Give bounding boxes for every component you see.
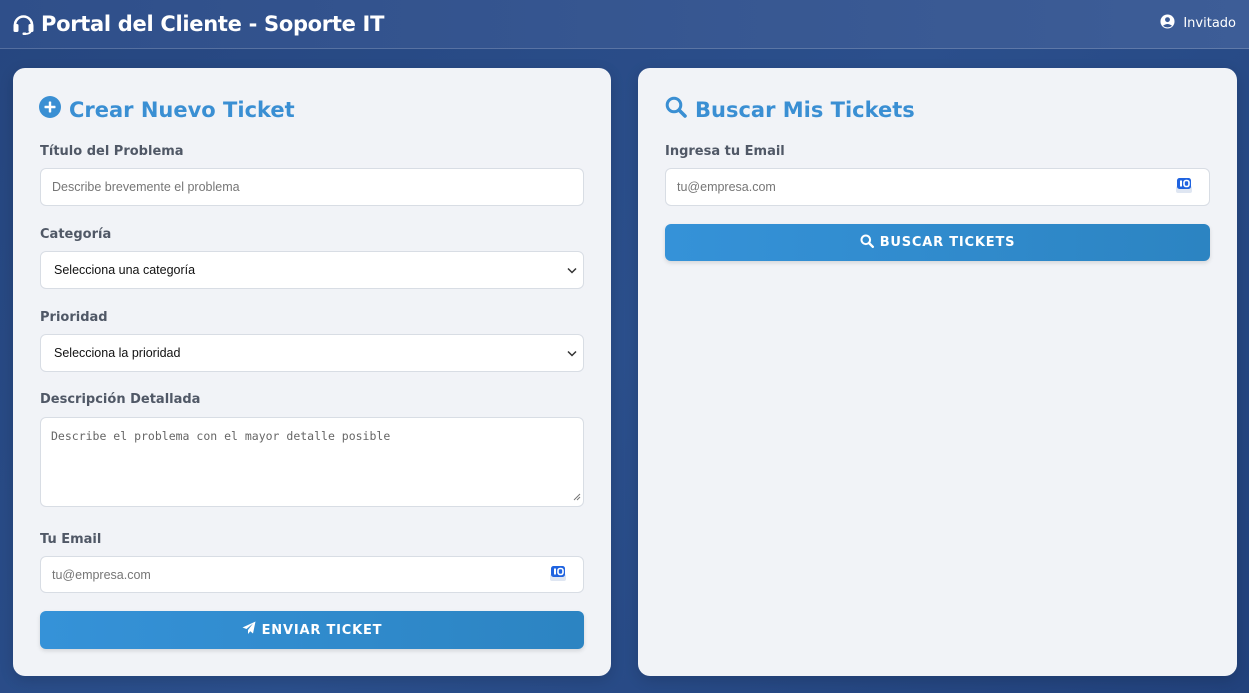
submit-ticket-button[interactable]: ENVIAR TICKET	[40, 611, 584, 649]
plus-circle-icon	[39, 96, 61, 123]
autofill-key-icon[interactable]	[1175, 177, 1193, 197]
search-tickets-heading: Buscar Mis Tickets	[665, 96, 915, 123]
problem-title-input[interactable]	[52, 180, 583, 194]
user-label: Invitado	[1183, 15, 1236, 31]
email-field[interactable]	[40, 556, 584, 593]
search-icon	[665, 96, 687, 123]
search-tickets-button[interactable]: BUSCAR TICKETS	[665, 224, 1210, 261]
email-input[interactable]	[52, 567, 583, 582]
user-menu[interactable]: Invitado	[1160, 12, 1236, 34]
priority-label: Prioridad	[40, 310, 108, 325]
create-ticket-card: Crear Nuevo Ticket Título del Problema C…	[13, 68, 611, 676]
chevron-down-icon	[567, 346, 577, 360]
description-placeholder: Describe el problema con el mayor detall…	[51, 429, 391, 443]
app-title: Portal del Cliente - Soporte IT	[41, 12, 385, 36]
create-ticket-heading: Crear Nuevo Ticket	[39, 96, 295, 123]
headset-icon	[12, 13, 35, 35]
chevron-down-icon	[567, 263, 577, 277]
description-label: Descripción Detallada	[40, 392, 201, 407]
search-icon	[860, 234, 874, 252]
email-label: Tu Email	[40, 532, 102, 547]
paper-plane-icon	[242, 621, 256, 639]
search-email-field[interactable]	[665, 168, 1210, 206]
search-tickets-button-label: BUSCAR TICKETS	[879, 235, 1016, 250]
description-textarea[interactable]: Describe el problema con el mayor detall…	[40, 417, 584, 507]
submit-ticket-label: ENVIAR TICKET	[261, 622, 383, 638]
search-tickets-title: Buscar Mis Tickets	[695, 97, 915, 122]
category-label: Categoría	[40, 227, 112, 242]
top-bar: Portal del Cliente - Soporte IT Invitado	[0, 0, 1249, 49]
category-selected-value: Selecciona una categoría	[54, 263, 196, 277]
category-select[interactable]: Selecciona una categoría	[40, 251, 584, 289]
search-email-label: Ingresa tu Email	[665, 144, 785, 159]
autofill-key-icon[interactable]	[549, 565, 567, 585]
priority-selected-value: Selecciona la prioridad	[54, 346, 181, 360]
priority-select[interactable]: Selecciona la prioridad	[40, 334, 584, 372]
brand: Portal del Cliente - Soporte IT	[12, 9, 384, 39]
search-tickets-card: Buscar Mis Tickets Ingresa tu Email BUSC…	[638, 68, 1237, 676]
search-email-input[interactable]	[677, 180, 1209, 194]
problem-title-label: Título del Problema	[40, 144, 184, 159]
create-ticket-title: Crear Nuevo Ticket	[69, 97, 295, 122]
problem-title-field[interactable]	[40, 168, 584, 206]
user-circle-icon	[1160, 13, 1175, 33]
resize-handle-icon[interactable]	[572, 490, 581, 504]
